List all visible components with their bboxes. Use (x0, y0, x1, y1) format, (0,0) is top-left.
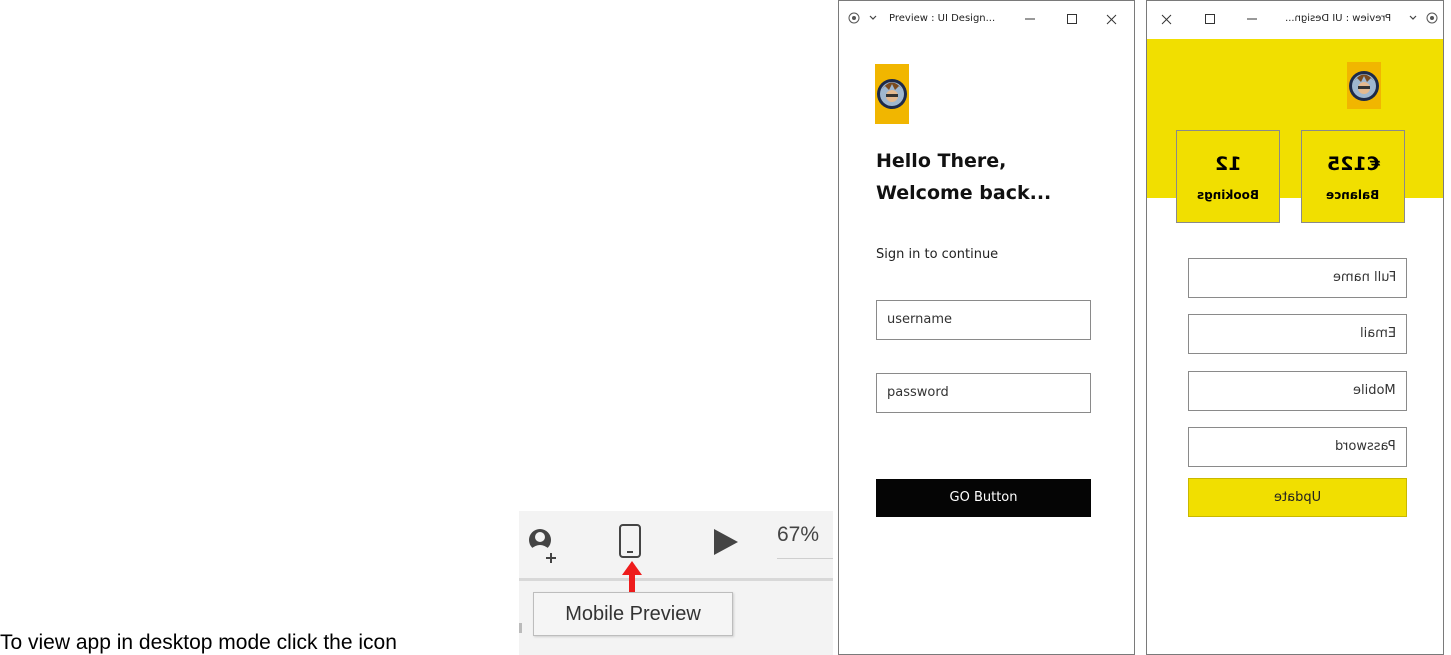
close-icon[interactable] (1106, 14, 1117, 25)
zoom-underline (777, 558, 833, 559)
bookings-card: 12 Bookings (1176, 130, 1280, 223)
balance-label: Balance (1326, 188, 1380, 202)
password-field[interactable]: Password (1188, 427, 1407, 467)
username-input[interactable]: username (876, 300, 1091, 340)
greeting-heading: Hello There, Welcome back... (876, 145, 1116, 209)
window-title: Preview : UI Design... (889, 13, 996, 24)
full-name-field[interactable]: Full name (1188, 258, 1407, 298)
password-input[interactable]: password (876, 373, 1091, 413)
window-app-icon (848, 12, 860, 24)
zoom-level[interactable]: 67% (777, 523, 819, 547)
email-field[interactable]: Email (1188, 314, 1407, 354)
mobile-field[interactable]: Mobile (1188, 371, 1407, 411)
close-icon[interactable] (1161, 14, 1172, 25)
chevron-down-icon[interactable] (869, 14, 877, 22)
mobile-preview-tooltip: Mobile Preview (533, 592, 733, 636)
window-title-mirrored: Preview : UI Design... (1285, 13, 1392, 24)
avatar (875, 64, 909, 124)
maximize-icon[interactable] (1067, 14, 1077, 24)
maximize-icon[interactable] (1205, 14, 1215, 24)
minimize-icon[interactable] (1024, 15, 1036, 23)
login-preview-window: Preview : UI Design... Hello There, Welc… (838, 0, 1135, 655)
play-icon[interactable] (712, 527, 740, 557)
sign-in-subtitle: Sign in to continue (876, 247, 999, 262)
toolbar-separator (519, 578, 833, 581)
update-button[interactable]: Update (1188, 478, 1407, 517)
greeting-line-2: Welcome back... (876, 182, 1052, 204)
avatar (1347, 62, 1381, 109)
balance-card: €125 Balance (1301, 130, 1405, 223)
window-app-icon (1426, 12, 1438, 24)
add-user-icon[interactable] (525, 527, 565, 563)
greeting-line-1: Hello There, (876, 150, 1007, 172)
panel-edge-mark (519, 623, 522, 633)
chevron-down-icon[interactable] (1409, 14, 1417, 22)
balance-value: €125 (1326, 153, 1380, 175)
minimize-icon[interactable] (1246, 15, 1258, 23)
go-button[interactable]: GO Button (876, 479, 1091, 517)
mobile-phone-icon[interactable] (618, 524, 642, 558)
profile-preview-window-mirrored: Preview : UI Design... 12 Bookings €125 … (1146, 0, 1444, 655)
profile-window-titlebar: Preview : UI Design... (1147, 1, 1443, 39)
bookings-value: 12 (1214, 153, 1242, 175)
toolbar-screenshot: 67% Mobile Preview (519, 511, 833, 655)
bookings-label: Bookings (1196, 188, 1259, 202)
instruction-caption: To view app in desktop mode click the ic… (0, 631, 397, 654)
login-window-titlebar: Preview : UI Design... (839, 1, 1134, 39)
